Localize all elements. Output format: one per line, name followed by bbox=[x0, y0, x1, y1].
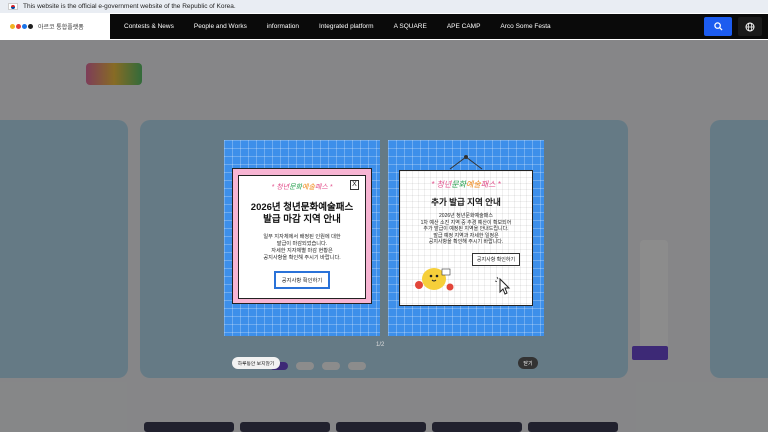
logo-text: 아르코 통합플랫폼 bbox=[38, 25, 84, 31]
globe-icon bbox=[745, 22, 755, 31]
youth-pass-logo: * 청년문화예술패스 * bbox=[431, 180, 501, 189]
gov-banner-text: This website is the official e-governmen… bbox=[23, 3, 236, 10]
menu-people-works[interactable]: People and Works bbox=[194, 23, 247, 30]
gov-banner: This website is the official e-governmen… bbox=[0, 0, 768, 13]
menu-contests-news[interactable]: Contests & News bbox=[124, 23, 174, 30]
cursor-click-icon bbox=[494, 276, 511, 295]
close-all-popups-button[interactable]: 닫기 bbox=[518, 357, 538, 369]
mascot-chick-icon bbox=[415, 268, 454, 291]
language-button[interactable] bbox=[738, 17, 762, 36]
hide-today-button[interactable]: 하루동안 보지않기 bbox=[232, 357, 280, 369]
youth-pass-logo: * 청년문화예술패스 * bbox=[271, 184, 333, 191]
menu-a-square[interactable]: A SQUARE bbox=[394, 23, 427, 30]
popup-body: 2026년 청년문화예술패스 1차 예산 소진 지역 중 추경 예산이 확보되어… bbox=[420, 213, 512, 246]
popup-card-pink: X * 청년문화예술패스 * 2026년 청년문화예술패스 발급 마감 지역 안… bbox=[232, 168, 372, 304]
arko-platform-logo[interactable]: 아르코 통합플랫폼 bbox=[0, 14, 110, 39]
modal-overlay bbox=[0, 40, 768, 432]
check-notice-button[interactable]: 공지사항 확인하기 bbox=[471, 252, 521, 266]
menu-integrated-platform[interactable]: Integrated platform bbox=[319, 23, 374, 30]
popup-title: 2026년 청년문화예술패스 발급 마감 지역 안내 bbox=[250, 202, 354, 225]
popup-card-content: X * 청년문화예술패스 * 2026년 청년문화예술패스 발급 마감 지역 안… bbox=[238, 175, 366, 299]
popup-pager: 1/2 bbox=[376, 342, 385, 348]
main-menu: Contests & News People and Works informa… bbox=[110, 14, 768, 39]
hanger-icon bbox=[449, 155, 483, 170]
check-notice-button[interactable]: 공지사항 확인하기 bbox=[273, 271, 331, 289]
popup-body: 일부 지자체에서 배정된 인원에 대한 발급이 마감되었습니다. 자세한 지자체… bbox=[263, 234, 341, 261]
logo-dots-icon bbox=[10, 24, 34, 29]
search-button[interactable] bbox=[704, 17, 732, 36]
top-navigation: 아르코 통합플랫폼 Contests & News People and Wor… bbox=[0, 14, 768, 39]
popup-additional-issue: * 청년문화예술패스 * 추가 발급 지역 안내 2026년 청년문화예술패스 … bbox=[388, 140, 544, 336]
korea-flag-icon bbox=[8, 3, 18, 10]
popup-card-white: * 청년문화예술패스 * 추가 발급 지역 안내 2026년 청년문화예술패스 … bbox=[399, 170, 533, 306]
popup-title: 추가 발급 지역 안내 bbox=[431, 197, 501, 207]
search-icon bbox=[713, 22, 723, 31]
close-popup-button[interactable]: X bbox=[350, 180, 359, 190]
menu-arco-some-festa[interactable]: Arco Some Festa bbox=[500, 23, 550, 30]
menu-ape-camp[interactable]: APE CAMP bbox=[447, 23, 481, 30]
menu-information[interactable]: information bbox=[267, 23, 299, 30]
popup-deadline-notice: X * 청년문화예술패스 * 2026년 청년문화예술패스 발급 마감 지역 안… bbox=[224, 140, 380, 336]
